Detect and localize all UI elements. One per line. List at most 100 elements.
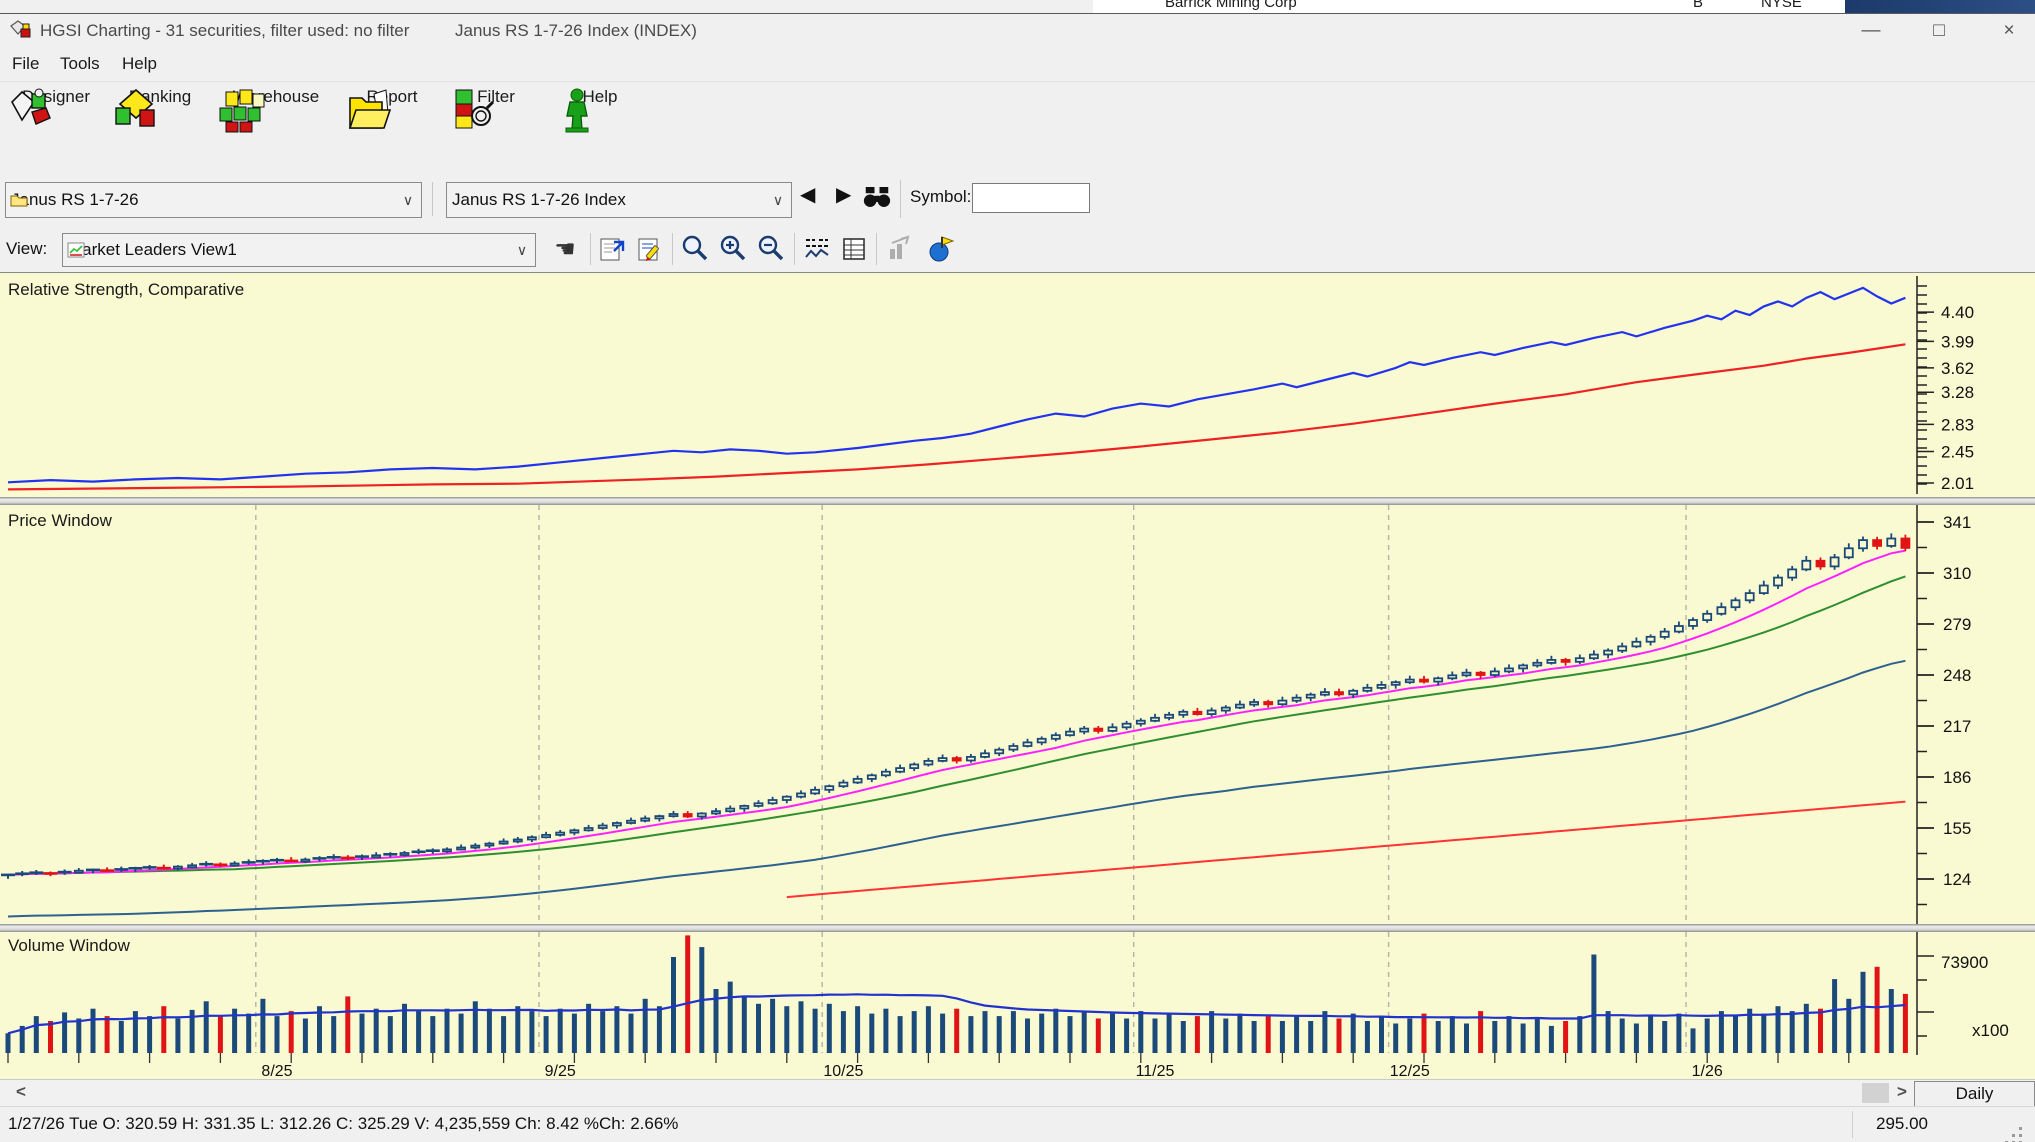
separator: [900, 180, 901, 218]
close-button[interactable]: ×: [1986, 16, 2032, 46]
view-row: View: Market Leaders View1 ∨ ☚: [0, 228, 2035, 273]
zoom-out-icon[interactable]: [756, 232, 790, 266]
main-toolbar: Designer Ranking Warehouse Report: [0, 81, 2035, 173]
scroll-left-arrow[interactable]: <: [16, 1082, 26, 1102]
periodicity-button[interactable]: Daily: [1914, 1081, 2035, 1107]
help-button[interactable]: Help: [552, 86, 648, 170]
price-readout: 295.00: [1876, 1114, 1928, 1134]
svg-text:10/25: 10/25: [823, 1063, 863, 1079]
svg-text:2.83: 2.83: [1941, 415, 1974, 434]
svg-text:11/25: 11/25: [1136, 1063, 1175, 1079]
window-title: HGSI Charting - 31 securities, filter us…: [40, 21, 409, 41]
goto-hand-icon[interactable]: ☚: [548, 232, 582, 266]
maximize-button[interactable]: □: [1916, 16, 1962, 46]
properties-icon[interactable]: [598, 232, 632, 266]
selector-row: Janus RS 1-7-26 ∨ Janus RS 1-7-26 Index …: [0, 172, 2035, 228]
previous-security-arrow[interactable]: ◀: [800, 182, 815, 207]
rs-panel-title: Relative Strength, Comparative: [8, 280, 244, 300]
svg-text:8/25: 8/25: [261, 1063, 292, 1079]
svg-text:310: 310: [1943, 564, 1971, 583]
svg-text:124: 124: [1943, 870, 1971, 889]
resize-grip[interactable]: [2019, 1127, 2022, 1130]
data-table-icon[interactable]: [840, 232, 874, 266]
svg-text:3.62: 3.62: [1941, 359, 1974, 378]
menu-file[interactable]: File: [12, 54, 39, 74]
view-label: View:: [6, 239, 47, 259]
chart-view-icon: [67, 242, 85, 258]
background-company-cell: Barrick Mining Corp: [1165, 0, 1297, 11]
binoculars-icon[interactable]: [862, 184, 892, 210]
svg-text:279: 279: [1943, 615, 1971, 634]
app-icon: [10, 20, 34, 42]
background-col-b-cell: B: [1693, 0, 1703, 11]
security-dropdown-value: Janus RS 1-7-26 Index: [447, 190, 765, 210]
svg-text:341: 341: [1943, 513, 1971, 532]
help-icon: [552, 88, 600, 134]
publish-icon[interactable]: [926, 232, 960, 266]
chevron-down-icon: ∨: [765, 192, 791, 209]
svg-text:3.99: 3.99: [1941, 332, 1974, 351]
svg-text:3.28: 3.28: [1941, 383, 1974, 402]
folder-icon: [10, 193, 28, 207]
svg-text:217: 217: [1943, 717, 1971, 736]
panel-splitter[interactable]: [0, 497, 2035, 505]
zoom-reset-icon[interactable]: [680, 232, 714, 266]
separator: [1852, 1111, 1853, 1138]
price-chart[interactable]: 341 310 279 248 217 186 155 124: [0, 505, 2035, 924]
warehouse-button[interactable]: Warehouse: [216, 86, 336, 170]
svg-text:x100: x100: [1972, 1021, 2009, 1040]
minimize-button[interactable]: —: [1848, 16, 1894, 46]
view-dropdown-value: Market Leaders View1: [63, 240, 509, 260]
status-bar: 1/27/26 Tue O: 320.59 H: 331.35 L: 312.2…: [0, 1106, 2035, 1142]
security-dropdown[interactable]: Janus RS 1-7-26 Index ∨: [446, 182, 792, 218]
view-dropdown[interactable]: Market Leaders View1 ∨: [62, 233, 536, 267]
horizontal-scrollbar: < > Daily: [0, 1079, 2035, 1107]
menu-tools[interactable]: Tools: [60, 54, 100, 74]
filter-icon: [448, 88, 496, 134]
symbol-input[interactable]: [972, 183, 1090, 213]
svg-text:2.01: 2.01: [1941, 474, 1974, 493]
indicator-settings-icon[interactable]: [802, 232, 836, 266]
menu-help[interactable]: Help: [122, 54, 157, 74]
svg-text:155: 155: [1943, 819, 1971, 838]
svg-text:186: 186: [1943, 768, 1971, 787]
symbol-label: Symbol:: [910, 187, 971, 207]
report-button[interactable]: Report: [344, 86, 440, 170]
panel-splitter[interactable]: [0, 924, 2035, 932]
ranking-button[interactable]: Ranking: [112, 86, 208, 170]
svg-text:73900: 73900: [1941, 953, 1988, 972]
separator: [432, 182, 433, 216]
background-window-strip[interactable]: Barrick Mining Corp B NYSE: [0, 0, 2035, 14]
ohlc-status-text: 1/27/26 Tue O: 320.59 H: 331.35 L: 312.2…: [8, 1114, 678, 1134]
separator: [876, 233, 877, 265]
next-security-arrow[interactable]: ▶: [836, 182, 851, 207]
background-table-row: Barrick Mining Corp B NYSE: [1093, 0, 1845, 13]
designer-button[interactable]: Designer: [8, 86, 104, 170]
chevron-down-icon: ∨: [509, 242, 535, 259]
chevron-down-icon: ∨: [395, 192, 421, 209]
scrollbar-thumb[interactable]: [1862, 1083, 1889, 1103]
separator: [794, 233, 795, 265]
svg-text:9/25: 9/25: [545, 1063, 576, 1079]
svg-text:248: 248: [1943, 666, 1971, 685]
zoom-in-icon[interactable]: [718, 232, 752, 266]
title-bar: HGSI Charting - 31 securities, filter us…: [0, 14, 2035, 48]
ranking-icon: [112, 88, 160, 134]
menu-bar: File Tools Help: [0, 48, 2035, 81]
filter-button[interactable]: Filter: [448, 86, 544, 170]
relative-strength-chart[interactable]: 4.40 3.99 3.62 3.28 2.83 2.45 2.01: [0, 272, 2035, 497]
warehouse-icon: [216, 88, 268, 134]
edit-view-icon[interactable]: [636, 232, 670, 266]
report-icon: [344, 88, 392, 134]
group-dropdown[interactable]: Janus RS 1-7-26 ∨: [5, 182, 422, 218]
scroll-right-arrow[interactable]: >: [1897, 1082, 1907, 1102]
chart-disabled-icon: [886, 232, 920, 266]
group-dropdown-value: Janus RS 1-7-26: [6, 190, 395, 210]
svg-text:2.45: 2.45: [1941, 443, 1974, 462]
separator: [590, 233, 591, 265]
document-title: Janus RS 1-7-26 Index (INDEX): [455, 21, 697, 41]
background-exchange-cell: NYSE: [1761, 0, 1802, 11]
separator: [672, 233, 673, 265]
svg-text:12/25: 12/25: [1390, 1063, 1430, 1079]
volume-chart[interactable]: 73900x1008/259/2510/2511/2512/251/26: [0, 932, 2035, 1079]
